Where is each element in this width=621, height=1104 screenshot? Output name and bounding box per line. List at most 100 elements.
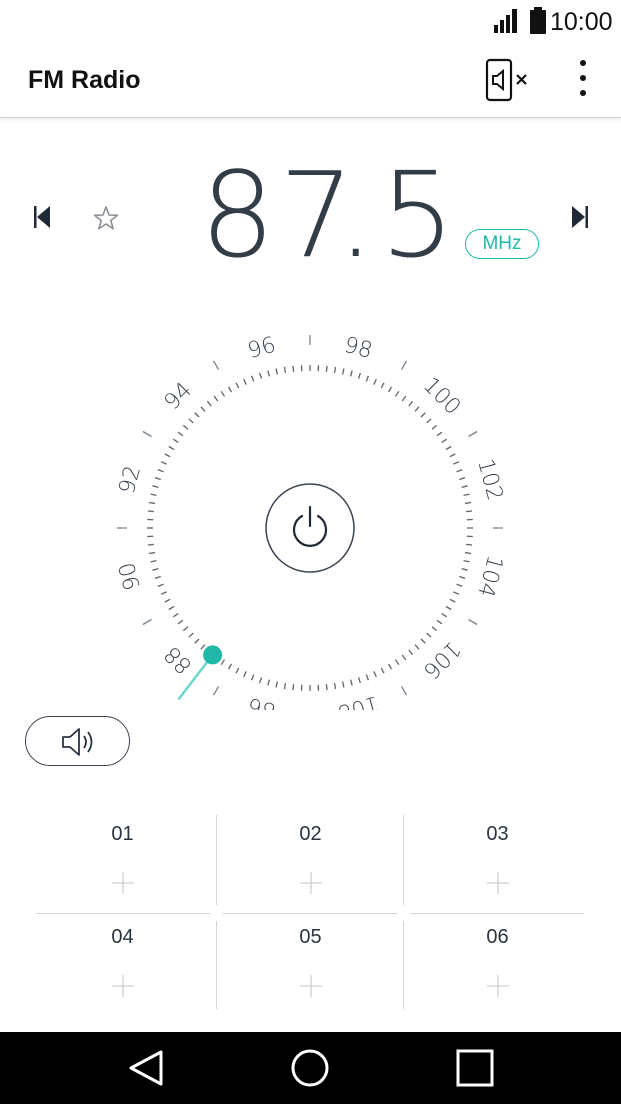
dial-tick	[157, 583, 164, 588]
power-button[interactable]	[265, 483, 355, 573]
dial-tick	[227, 663, 233, 670]
dial-label: 92	[115, 463, 146, 497]
preset-divider	[410, 913, 584, 914]
dial-tick	[227, 386, 233, 393]
dial-tick	[275, 681, 278, 688]
previous-station-button[interactable]	[28, 200, 58, 234]
preset-slot-02[interactable]: 02	[217, 815, 404, 910]
recents-button[interactable]	[453, 1046, 497, 1090]
dial-tick	[380, 382, 385, 389]
skip-previous-icon	[34, 206, 50, 228]
frequency-decimal: 5	[380, 146, 460, 284]
frequency-dot: .	[337, 146, 379, 284]
plus-icon	[299, 975, 322, 997]
dial-tick	[150, 560, 157, 563]
dial-tick	[394, 659, 400, 666]
dial-major-tick	[212, 360, 220, 370]
back-button[interactable]	[125, 1046, 169, 1090]
next-station-button[interactable]	[564, 200, 594, 234]
dial-tick	[250, 375, 255, 382]
dial-tick	[283, 366, 287, 374]
dial-label: 94	[160, 378, 197, 415]
dial-tick	[463, 493, 470, 496]
overflow-menu-button[interactable]	[568, 56, 598, 106]
dial-tick	[154, 477, 161, 481]
dial-tick	[414, 644, 420, 650]
dial-tick	[365, 674, 370, 681]
dial-tick	[463, 560, 470, 563]
plus-icon	[111, 872, 134, 894]
dial-tick	[267, 679, 270, 686]
dial-tick	[259, 677, 263, 684]
tuning-dial[interactable]: 868890929496 98100102104106108	[0, 300, 621, 710]
preset-number: 01	[111, 823, 134, 845]
dial-tick	[150, 493, 157, 496]
dial-label: 102	[472, 456, 507, 503]
dial-tick	[164, 453, 171, 458]
preset-number: 04	[111, 926, 134, 948]
home-button[interactable]	[288, 1046, 332, 1090]
speaker-volume-icon	[62, 728, 93, 756]
preset-slot-03[interactable]: 03	[404, 815, 591, 910]
preset-slot-06[interactable]: 06	[404, 918, 591, 1013]
dial-tick	[235, 667, 240, 674]
dial-tick	[292, 684, 295, 691]
dial-tick	[275, 368, 278, 375]
preset-slot-04[interactable]: 04	[29, 918, 216, 1013]
dial-major-tick	[468, 430, 478, 438]
dial-tick	[168, 605, 175, 611]
dial-tick	[292, 365, 295, 372]
dial-label: 90	[115, 559, 146, 593]
speaker-toggle-button[interactable]	[25, 716, 130, 766]
needle-knob[interactable]	[203, 645, 223, 665]
home-circle-icon	[291, 1049, 329, 1087]
dial-label: 96	[245, 333, 279, 364]
dial-tick	[154, 575, 161, 579]
dial-tick	[387, 663, 393, 670]
dial-tick	[420, 412, 426, 418]
dial-tick	[220, 390, 226, 397]
dial-tick	[160, 591, 167, 595]
dial-tick	[459, 477, 466, 481]
audio-output-button[interactable]	[484, 58, 534, 102]
preset-grid: 01 02 03 04 05 06	[0, 815, 621, 1015]
dial-tick	[235, 382, 240, 389]
dial-tick	[373, 378, 377, 385]
dial-tick	[152, 485, 159, 488]
navigation-bar	[0, 1032, 621, 1104]
plus-icon	[486, 975, 509, 997]
dial-tick	[408, 400, 414, 407]
star-outline-icon	[93, 206, 119, 230]
dial-tick	[243, 378, 247, 385]
dial-tick	[459, 575, 466, 579]
dial-tick	[401, 395, 407, 402]
dial-tick	[147, 510, 154, 513]
dial-tick	[148, 501, 156, 505]
preset-slot-01[interactable]: 01	[29, 815, 216, 910]
skip-next-icon	[572, 206, 588, 228]
plus-icon	[486, 872, 509, 894]
dial-tick	[148, 551, 156, 555]
dial-tick	[243, 671, 247, 678]
dial-label: 104	[472, 553, 507, 600]
dial-tick	[333, 366, 337, 374]
dial-tick	[445, 445, 452, 451]
dial-tick	[325, 365, 328, 372]
dial-tick	[441, 438, 448, 444]
preset-slot-05[interactable]: 05	[217, 918, 404, 1013]
dial-tick	[177, 619, 184, 625]
dial-tick	[426, 418, 432, 424]
status-bar: 10:00	[0, 0, 621, 44]
unit-badge: MHz	[465, 229, 539, 259]
favorite-button[interactable]	[88, 200, 124, 236]
dial-label: 86	[245, 692, 279, 710]
dial-tick	[449, 598, 456, 603]
status-time: 10:00	[550, 8, 613, 36]
dial-tick	[350, 370, 353, 377]
battery-icon	[530, 7, 546, 34]
dial-tick	[461, 568, 468, 571]
dial-tick	[160, 461, 167, 465]
dial-tick	[250, 674, 255, 681]
preset-number: 06	[486, 926, 509, 948]
dial-tick	[394, 390, 400, 397]
